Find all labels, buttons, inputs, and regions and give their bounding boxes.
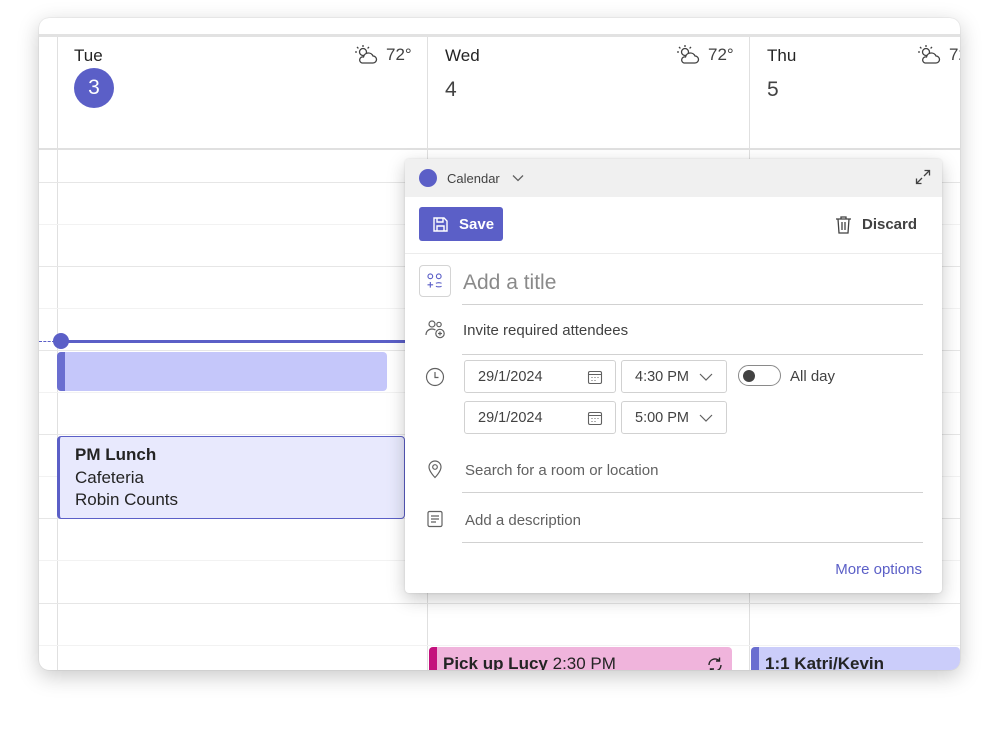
description-input[interactable]: Add a description [465,512,581,529]
start-time-field[interactable]: 4:30 PM [621,360,727,393]
calendar-icon[interactable] [587,369,603,385]
save-label: Save [459,215,495,233]
category-picker[interactable] [419,265,451,297]
temperature: 72° [708,45,734,64]
popup-header: Calendar [405,159,942,197]
current-time-line [59,340,405,343]
event-time: 2:30 PM [552,654,616,670]
day-number-today[interactable]: 3 [74,68,114,108]
day-number[interactable]: 5 [767,78,779,102]
calendar-icon[interactable] [587,410,603,426]
top-border [39,34,960,37]
save-icon [433,216,448,232]
expand-icon[interactable] [915,169,931,185]
start-date-value: 29/1/2024 [478,369,543,385]
event-title: Pick up Lucy [443,654,548,670]
start-date-field[interactable]: 29/1/2024 [464,360,616,393]
discard-button[interactable]: Discard [835,215,917,234]
title-underline [462,304,923,305]
discard-label: Discard [862,216,918,233]
event-pick-up-lucy[interactable]: Pick up Lucy 2:30 PM [429,647,732,670]
hour-line [39,603,960,604]
trash-icon [836,216,851,234]
location-underline [462,492,923,493]
half-hour-line [39,645,960,646]
event-title: 1:1 Katri/Kevin [765,654,885,670]
event-bar [751,647,759,670]
weather-thu: 72° [917,44,960,66]
chevron-down-icon[interactable] [511,171,525,185]
event-title: PM Lunch [75,445,157,464]
day-name: Wed [445,46,480,65]
chevron-down-icon[interactable] [698,369,714,385]
toggle-knob [743,370,755,382]
header-divider [39,148,960,150]
new-event-popup: Calendar Save Discard Add a title Invite… [405,159,942,593]
chevron-down-icon[interactable] [698,410,714,426]
end-time-value: 5:00 PM [635,410,689,426]
description-underline [462,542,923,543]
end-date-field[interactable]: 29/1/2024 [464,401,616,434]
weather-tue: 72° [354,44,412,66]
add-attendee-icon [425,320,445,339]
calendar-window: Tue 3 72° Wed 4 72° Thu 5 72° [39,18,960,670]
event-organizer: Robin Counts [75,490,179,509]
attendees-underline [462,354,923,355]
event-pm-lunch[interactable]: PM Lunch Cafeteria Robin Counts [57,436,405,519]
start-time-value: 4:30 PM [635,369,689,385]
category-icon [427,273,442,288]
temperature: 72° [386,45,412,64]
all-day-label: All day [790,368,836,385]
clock-icon [425,367,445,387]
toolbar-divider [405,253,942,254]
day-name: Thu [767,46,797,65]
more-options-link[interactable]: More options [835,561,922,578]
description-icon [427,510,443,528]
attendees-input[interactable]: Invite required attendees [463,322,628,339]
draft-event-bar [57,352,65,391]
end-time-field[interactable]: 5:00 PM [621,401,727,434]
location-icon [428,460,442,479]
current-time-dot [53,333,69,349]
location-input[interactable]: Search for a room or location [465,462,658,479]
day-name: Tue [74,46,103,65]
event-1-1-katri-kevin[interactable]: 1:1 Katri/Kevin [751,647,960,670]
end-date-value: 29/1/2024 [478,410,543,426]
weather-wed: 72° [676,44,734,66]
partly-cloudy-icon [918,45,941,64]
recurring-icon [708,657,722,670]
draft-event[interactable] [57,352,387,391]
day-number[interactable]: 4 [445,78,457,102]
calendar-color-dot [419,169,437,187]
title-input[interactable]: Add a title [463,271,556,295]
calendar-selector[interactable]: Calendar [447,171,500,186]
save-button[interactable]: Save [419,207,503,241]
all-day-toggle[interactable] [738,365,781,386]
temperature: 72° [949,45,960,64]
partly-cloudy-icon [677,45,700,64]
event-location: Cafeteria [75,467,144,487]
event-bar [429,647,437,670]
partly-cloudy-icon [355,45,378,64]
